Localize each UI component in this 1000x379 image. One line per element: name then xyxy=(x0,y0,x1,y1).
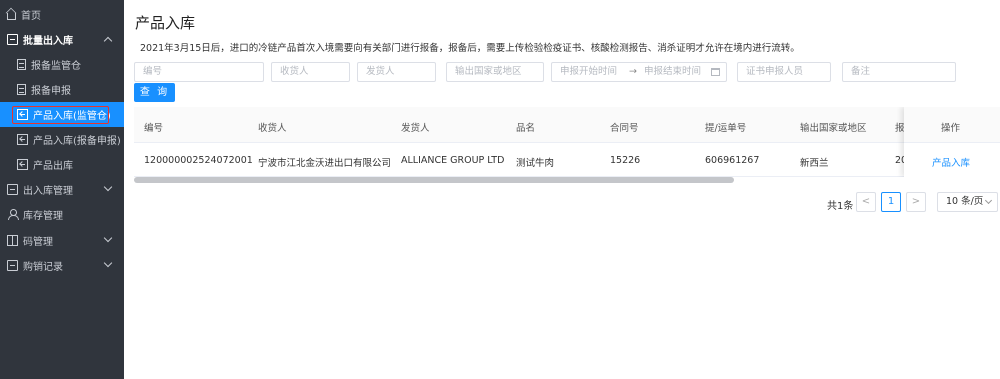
main-content: 产品入库 2021年3月15日后，进口的冷链产品首次入境需要向有关部门进行报备，… xyxy=(124,0,1000,379)
sidebar-item-product-out[interactable]: 产品出库 xyxy=(0,152,124,177)
operation-column: 操作 产品入库 xyxy=(904,107,1000,177)
sidebar-item-label: 报备申报 xyxy=(31,86,71,97)
chevron-down-icon xyxy=(103,258,113,268)
prev-page-button[interactable]: < xyxy=(856,192,876,212)
import-icon xyxy=(17,134,28,145)
column-header: 编号 xyxy=(144,123,164,134)
box-icon xyxy=(7,34,18,45)
next-page-button[interactable]: > xyxy=(906,192,926,212)
query-button[interactable]: 查 询 xyxy=(134,83,175,102)
column-header: 合同号 xyxy=(610,123,639,134)
cell-consignee: 宁波市江北金沃进出口有限公司 xyxy=(258,158,392,169)
sidebar-item-label: 报备监管仓 xyxy=(31,61,81,72)
remark-input[interactable]: 备注 xyxy=(842,62,956,82)
page-number-button[interactable]: 1 xyxy=(881,192,901,212)
chevron-down-icon xyxy=(103,233,113,243)
calendar-icon xyxy=(711,68,720,76)
notice-text: 2021年3月15日后，进口的冷链产品首次入境需要向有关部门进行报备，报备后，需… xyxy=(140,43,800,54)
cell-contract-no: 15226 xyxy=(610,155,641,166)
horizontal-scrollbar[interactable] xyxy=(134,177,734,183)
sidebar-item-label: 购销记录 xyxy=(23,262,63,273)
document-icon xyxy=(17,84,26,95)
product-in-link[interactable]: 产品入库 xyxy=(932,155,970,169)
chevron-up-icon xyxy=(103,36,113,46)
sidebar-item-label: 库存管理 xyxy=(23,211,63,222)
grid-icon xyxy=(7,235,18,246)
app-root: 首页 批量出入库 报备监管仓 报备申报 产品入库(监管仓) 产品入库(报备申报)… xyxy=(0,0,1000,379)
page-size-select[interactable]: 10 条/页 xyxy=(937,192,998,212)
chevron-down-icon xyxy=(103,182,113,192)
sidebar-item-home[interactable]: 首页 xyxy=(0,2,124,27)
consignee-input[interactable]: 收货人 xyxy=(271,62,350,82)
column-header: 操作 xyxy=(941,123,961,134)
chevron-down-icon xyxy=(984,196,993,205)
sidebar-item-product-in-declare[interactable]: 产品入库(报备申报) xyxy=(0,127,124,152)
sidebar-item-label: 批量出入库 xyxy=(23,36,73,47)
table-header: 编号 收货人 发货人 品名 合同号 提/运单号 输出国家或地区 报 xyxy=(134,107,1000,143)
column-header: 提/运单号 xyxy=(705,123,747,134)
declarant-input[interactable]: 证书申报人员 xyxy=(737,62,831,82)
sidebar-item-label: 出入库管理 xyxy=(23,186,73,197)
operation-header-cell: 操作 xyxy=(904,107,1000,143)
box-icon xyxy=(7,184,18,195)
date-start-placeholder: 申报开始时间 xyxy=(560,66,618,77)
column-header: 发货人 xyxy=(401,123,430,134)
cell-origin: 新西兰 xyxy=(800,158,829,169)
sidebar-item-label: 码管理 xyxy=(23,237,53,248)
sidebar-item-label: 产品出库 xyxy=(33,161,73,172)
pagination-total: 共1条 xyxy=(827,201,854,212)
sidebar-item-label: 产品入库(报备申报) xyxy=(33,136,121,147)
sidebar: 首页 批量出入库 报备监管仓 报备申报 产品入库(监管仓) 产品入库(报备申报)… xyxy=(0,0,124,379)
sidebar-item-product-in-warehouse[interactable]: 产品入库(监管仓) xyxy=(0,102,124,127)
import-icon xyxy=(17,159,28,170)
sidebar-item-label: 产品入库(监管仓) xyxy=(33,111,111,122)
data-table: 编号 收货人 发货人 品名 合同号 提/运单号 输出国家或地区 报 120000… xyxy=(134,107,1000,177)
sidebar-item-label: 首页 xyxy=(21,11,41,22)
column-header: 品名 xyxy=(516,123,536,134)
origin-country-input[interactable]: 输出国家或地区 xyxy=(446,62,544,82)
sidebar-item-inventory[interactable]: 库存管理 xyxy=(0,202,124,227)
column-header: 输出国家或地区 xyxy=(800,123,867,134)
cell-product-name: 测试牛肉 xyxy=(516,158,555,169)
home-icon xyxy=(7,12,16,20)
sidebar-item-report-declare[interactable]: 报备申报 xyxy=(0,77,124,102)
sidebar-item-batch-inout[interactable]: 批量出入库 xyxy=(0,27,124,52)
page-size-value: 10 条/页 xyxy=(946,196,984,207)
column-header: 收货人 xyxy=(258,123,287,134)
number-input[interactable]: 编号 xyxy=(134,62,264,82)
declare-date-range[interactable]: 申报开始时间 → 申报结束时间 xyxy=(551,62,727,82)
box-icon xyxy=(7,260,18,271)
cell-number: 120000002524072001 xyxy=(144,155,253,166)
sidebar-item-code-management[interactable]: 码管理 xyxy=(0,228,124,253)
date-end-placeholder: 申报结束时间 xyxy=(644,66,702,77)
people-icon xyxy=(7,209,19,220)
cell-shipper: ALLIANCE GROUP LTD xyxy=(401,155,505,166)
sidebar-item-inout-management[interactable]: 出入库管理 xyxy=(0,177,124,202)
sidebar-item-report-warehouse[interactable]: 报备监管仓 xyxy=(0,52,124,77)
page-title: 产品入库 xyxy=(135,14,196,32)
cell-waybill-no: 606961267 xyxy=(705,155,760,166)
shipper-input[interactable]: 发货人 xyxy=(357,62,436,82)
date-range-arrow: → xyxy=(629,66,637,77)
import-icon xyxy=(17,109,28,120)
document-icon xyxy=(17,59,26,70)
sidebar-item-sales-records[interactable]: 购销记录 xyxy=(0,253,124,278)
